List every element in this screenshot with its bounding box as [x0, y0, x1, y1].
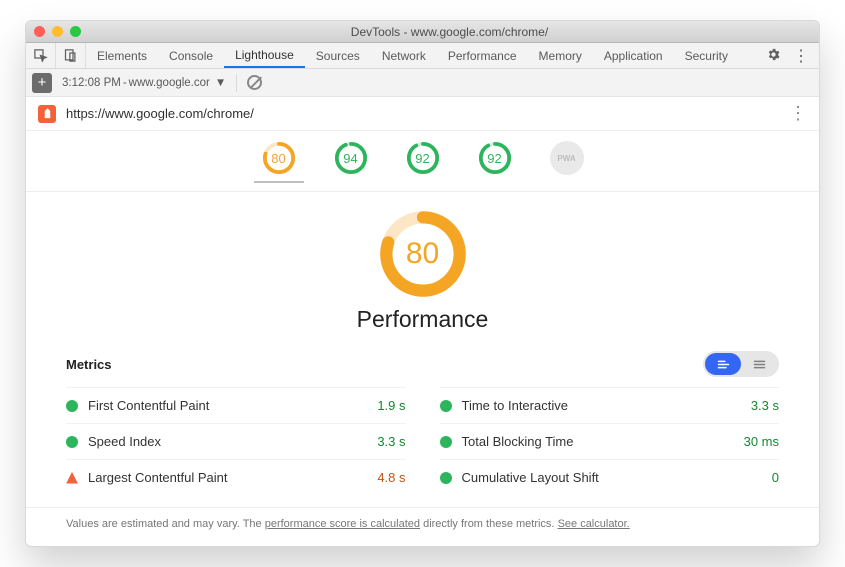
tab-lighthouse[interactable]: Lighthouse: [224, 43, 305, 68]
category-gauge-3[interactable]: 92: [470, 141, 520, 183]
pass-circle-icon: [440, 472, 452, 484]
metric-name: Cumulative Layout Shift: [462, 470, 762, 485]
metric-row: Time to Interactive 3.3 s: [440, 387, 780, 423]
pass-circle-icon: [66, 400, 78, 412]
metrics-view-toggle[interactable]: [703, 351, 779, 377]
metric-value: 1.9 s: [377, 398, 405, 413]
calculator-link[interactable]: See calculator.: [558, 518, 630, 530]
tab-performance[interactable]: Performance: [437, 43, 528, 68]
metric-value: 3.3 s: [377, 434, 405, 449]
window-zoom[interactable]: [70, 26, 81, 37]
category-gauge-2[interactable]: 92: [398, 141, 448, 183]
new-report-button[interactable]: +: [32, 73, 52, 93]
report-site: www.google.cor: [129, 77, 210, 89]
metric-name: Time to Interactive: [462, 398, 741, 413]
window-minimize[interactable]: [52, 26, 63, 37]
metrics-heading: Metrics: [66, 357, 112, 372]
tab-console[interactable]: Console: [158, 43, 224, 68]
report-selector[interactable]: 3:12:08 PM - www.google.cor ▼: [62, 77, 226, 89]
warning-triangle-icon: [66, 472, 78, 484]
divider: [236, 74, 237, 92]
tab-security[interactable]: Security: [674, 43, 739, 68]
score-calc-link[interactable]: performance score is calculated: [265, 518, 420, 530]
category-gauge-pwa[interactable]: PWA: [542, 141, 592, 183]
category-gauge-0[interactable]: 80: [254, 141, 304, 183]
metric-row: First Contentful Paint 1.9 s: [66, 387, 406, 423]
metric-value: 0: [772, 470, 779, 485]
metric-row: Total Blocking Time 30 ms: [440, 423, 780, 459]
metric-name: First Contentful Paint: [88, 398, 367, 413]
category-gauge-1[interactable]: 94: [326, 141, 376, 183]
performance-label: Performance: [357, 306, 489, 333]
metrics-grid: First Contentful Paint 1.9 s Time to Int…: [66, 387, 779, 495]
kebab-menu-icon[interactable]: ⋮: [793, 46, 809, 66]
page-url: https://www.google.com/chrome/: [66, 106, 779, 121]
inspect-element-icon[interactable]: [26, 43, 56, 68]
panel-tabs: Elements Console Lighthouse Sources Netw…: [26, 43, 819, 69]
metric-row: Cumulative Layout Shift 0: [440, 459, 780, 495]
performance-gauge: 80 Performance: [26, 192, 819, 343]
tab-sources[interactable]: Sources: [305, 43, 371, 68]
tab-application[interactable]: Application: [593, 43, 674, 68]
category-gauges: 80 94 92 92 PWA: [26, 131, 819, 192]
metric-value: 30 ms: [744, 434, 779, 449]
metric-name: Total Blocking Time: [462, 434, 734, 449]
lighthouse-icon: [38, 105, 56, 123]
pass-circle-icon: [66, 436, 78, 448]
lighthouse-subbar: + 3:12:08 PM - www.google.cor ▼: [26, 69, 819, 97]
metric-value: 4.8 s: [377, 470, 405, 485]
tab-elements[interactable]: Elements: [86, 43, 158, 68]
metric-name: Speed Index: [88, 434, 367, 449]
tab-network[interactable]: Network: [371, 43, 437, 68]
metric-row: Largest Contentful Paint 4.8 s: [66, 459, 406, 495]
titlebar: DevTools - www.google.com/chrome/: [26, 21, 819, 43]
devtools-window: DevTools - www.google.com/chrome/ Elemen…: [25, 20, 820, 547]
chevron-down-icon: ▼: [215, 77, 226, 89]
pass-circle-icon: [440, 400, 452, 412]
view-mode-compact[interactable]: [741, 353, 777, 375]
pass-circle-icon: [440, 436, 452, 448]
metric-row: Speed Index 3.3 s: [66, 423, 406, 459]
report-time: 3:12:08 PM: [62, 77, 121, 89]
window-close[interactable]: [34, 26, 45, 37]
window-title: DevTools - www.google.com/chrome/: [88, 25, 811, 39]
metrics-footnote: Values are estimated and may vary. The p…: [26, 507, 819, 546]
metric-value: 3.3 s: [751, 398, 779, 413]
report-menu-icon[interactable]: ⋮: [789, 103, 807, 124]
metrics-section: Metrics First Contentful Paint 1.9 s Tim…: [26, 343, 819, 507]
clear-icon[interactable]: [247, 75, 262, 90]
url-bar: https://www.google.com/chrome/ ⋮: [26, 97, 819, 131]
view-mode-expanded[interactable]: [705, 353, 741, 375]
tab-memory[interactable]: Memory: [528, 43, 593, 68]
settings-gear-icon[interactable]: [766, 47, 781, 65]
device-toggle-icon[interactable]: [56, 43, 86, 68]
performance-score: 80: [406, 237, 439, 271]
metric-name: Largest Contentful Paint: [88, 470, 367, 485]
